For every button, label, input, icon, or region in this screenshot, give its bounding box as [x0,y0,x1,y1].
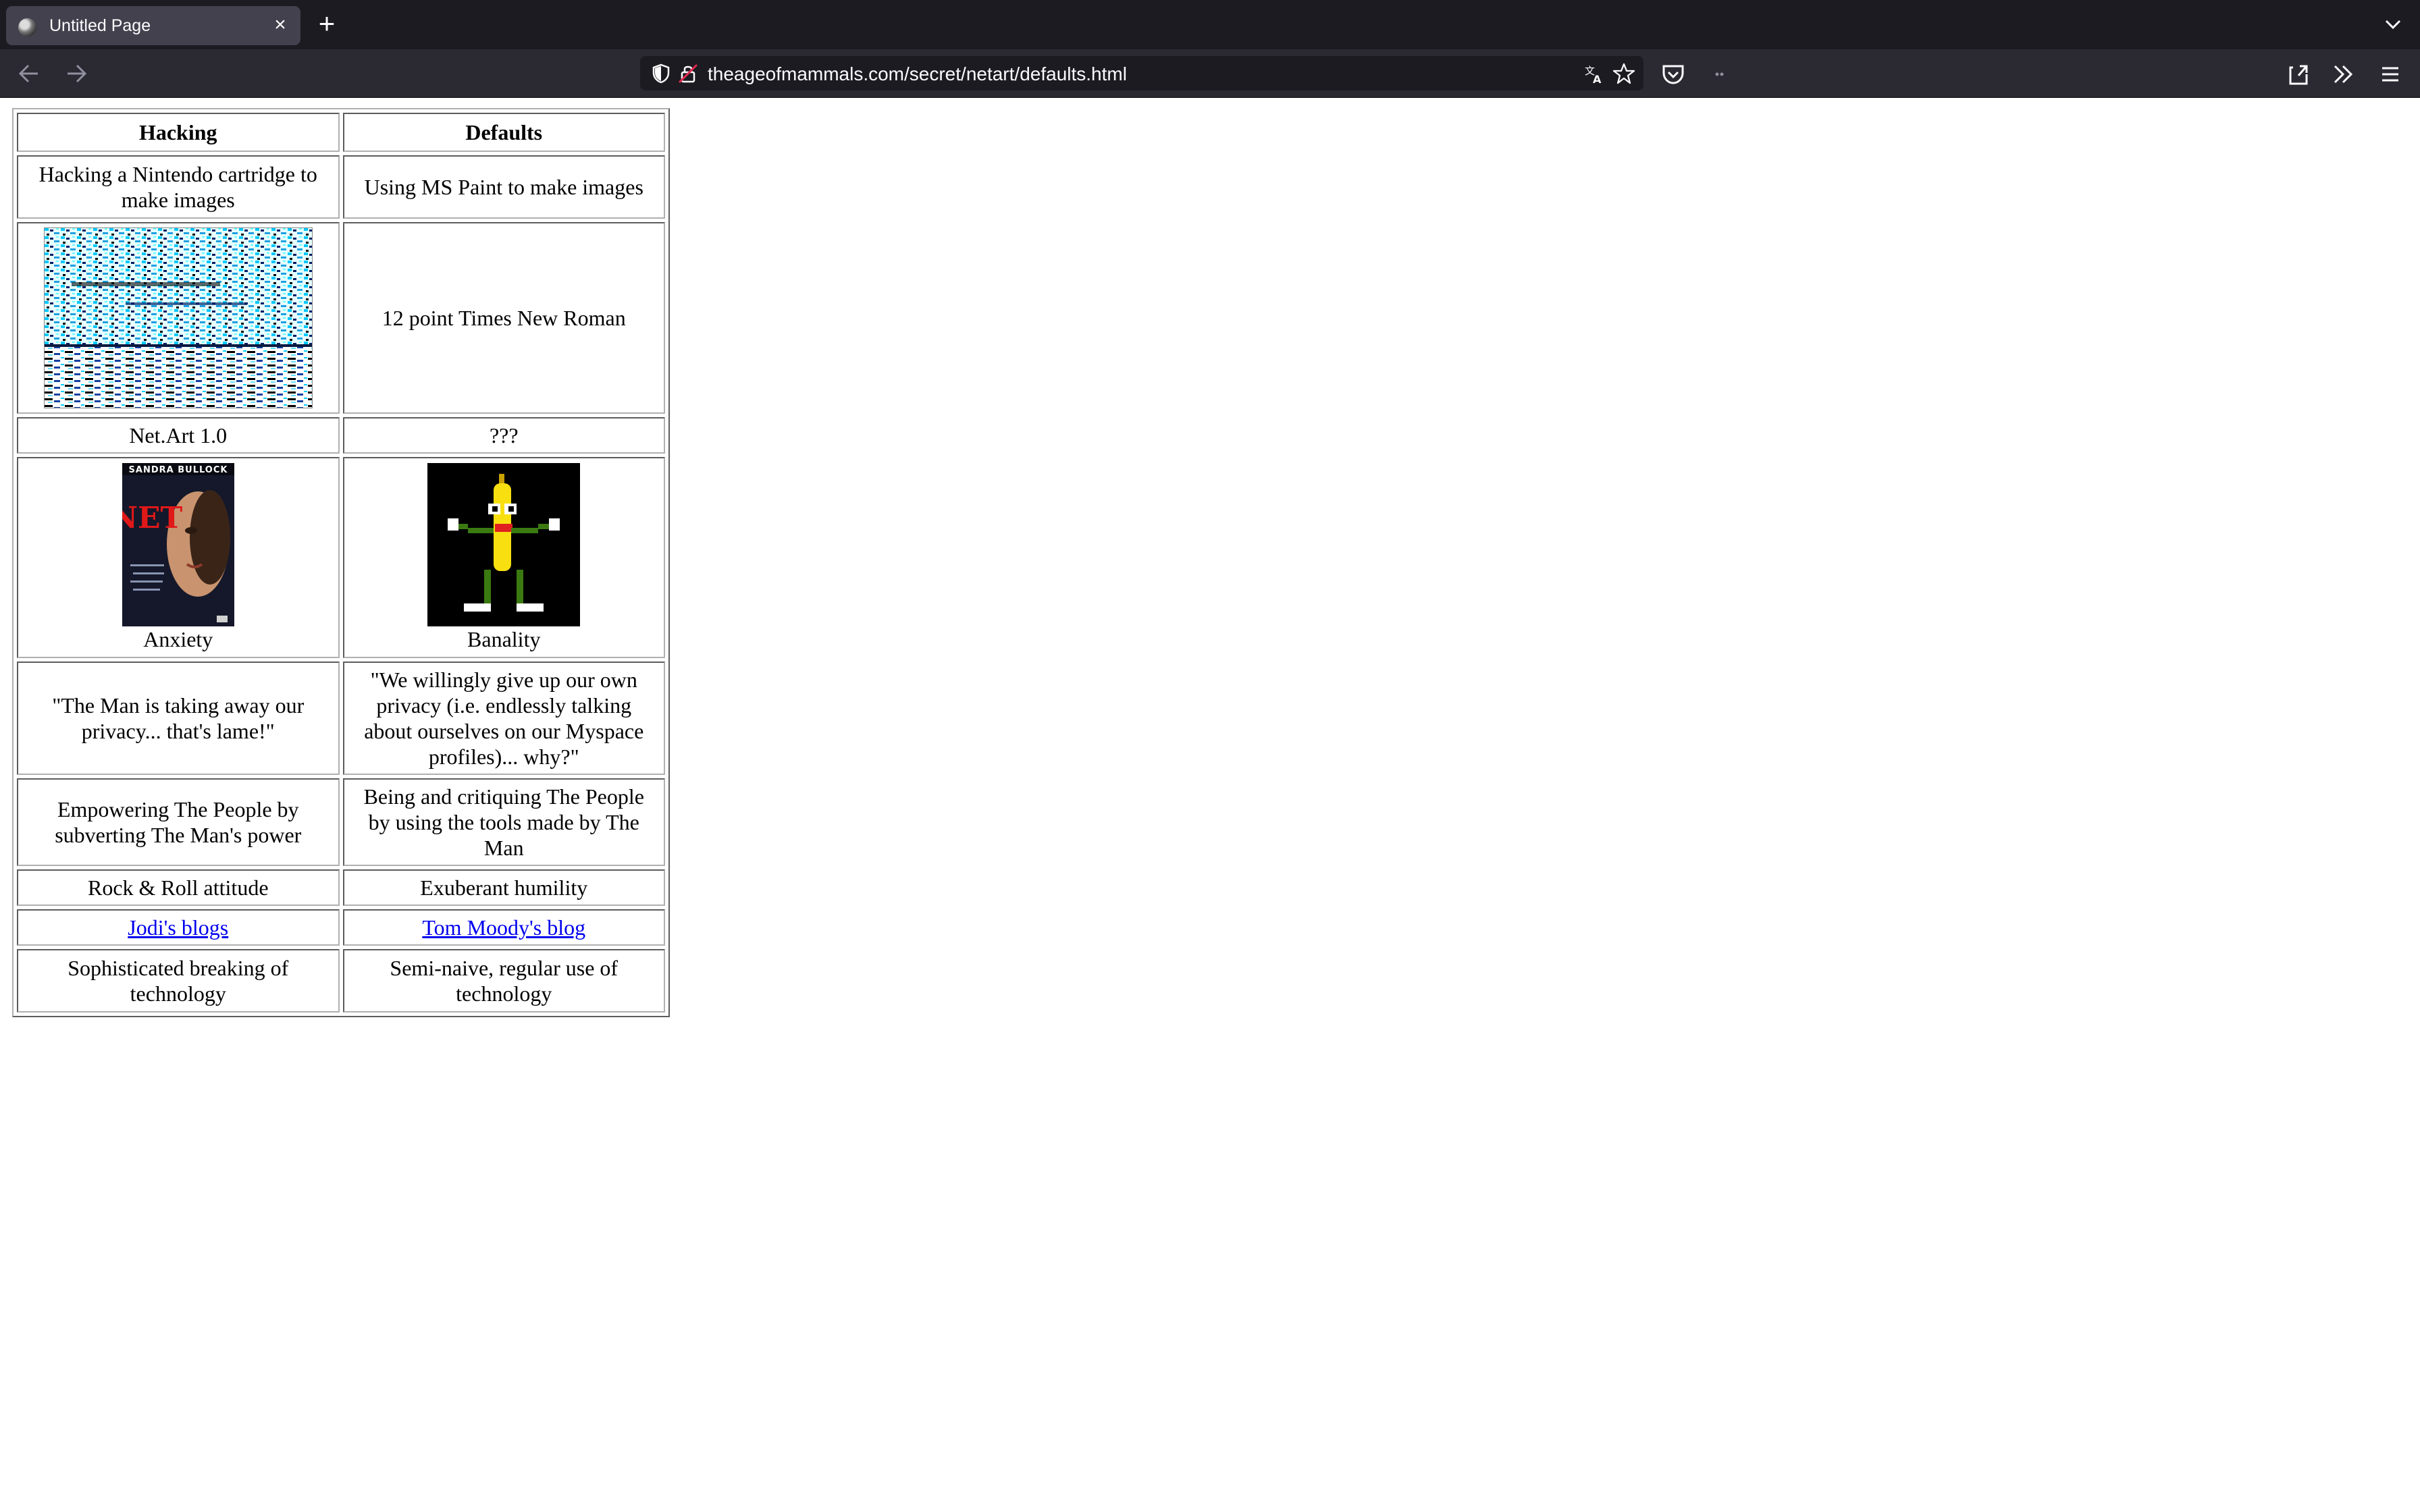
cell-semi-naive: Semi-naive, regular use of technology [342,949,665,1013]
nintendo-glitch-image [43,227,313,408]
browser-tab[interactable]: Untitled Page × [6,6,300,45]
share-icon[interactable] [2282,58,2315,90]
page-content: Hacking Defaults Hacking a Nintendo cart… [0,98,2420,1512]
cell-privacy-myspace: "We willingly give up our own privacy (i… [342,662,665,775]
dancing-banana-image [427,463,581,626]
caption-banality: Banality [467,627,541,651]
cell-anxiety: SANDRA BULLOCK NET Anxiety [17,457,340,658]
new-tab-button[interactable]: + [312,9,342,40]
table-row: Empowering The People by subverting The … [17,778,665,866]
cell-ms-paint: Using MS Paint to make images [342,155,665,219]
cell-sophisticated: Sophisticated breaking of technology [17,949,340,1013]
cell-net-art: Net.Art 1.0 [17,417,340,454]
close-tab-icon[interactable]: × [267,11,294,38]
cell-rock-roll: Rock & Roll attitude [17,869,340,906]
svg-text:A: A [1593,73,1602,85]
table-row: Rock & Roll attitude Exuberant humility [17,869,665,906]
cell-tom-moody-link: Tom Moody's blog [342,909,665,946]
cell-banality: Banality [342,457,665,658]
cell-privacy-man: "The Man is taking away our privacy... t… [17,662,340,775]
hamburger-menu-icon[interactable] [2374,58,2406,90]
cell-exuberant-humility: Exuberant humility [342,869,665,906]
forward-arrow-icon[interactable] [59,57,92,90]
cell-question-marks: ??? [342,417,665,454]
tom-moody-blog-link[interactable]: Tom Moody's blog [422,915,585,940]
jodi-blogs-link[interactable]: Jodi's blogs [128,915,228,940]
table-row: Hacking a Nintendo cartridge to make ima… [17,155,665,219]
pocket-icon[interactable] [1657,58,1689,90]
bookmark-star-icon[interactable] [1612,62,1635,85]
url-text[interactable]: theageofmammals.com/secret/netart/defaul… [708,63,1127,85]
caption-anxiety: Anxiety [143,627,213,651]
cell-empowering: Empowering The People by subverting The … [17,778,340,866]
extension-dots-icon[interactable] [1703,58,1735,90]
tracking-protection-shield-icon[interactable] [650,62,673,85]
tab-title: Untitled Page [49,16,151,35]
back-arrow-icon[interactable] [14,57,46,90]
poster-title: NET [122,501,183,535]
table-row: "The Man is taking away our privacy... t… [17,662,665,775]
cell-times-new-roman: 12 point Times New Roman [342,222,665,414]
table-row: Net.Art 1.0 ??? [17,417,665,454]
address-bar[interactable]: theageofmammals.com/secret/netart/defaul… [640,56,1643,90]
the-net-movie-poster: SANDRA BULLOCK NET [122,463,234,626]
cell-being-critiquing: Being and critiquing The People by using… [342,778,665,866]
table-row: Jodi's blogs Tom Moody's blog [17,909,665,946]
cell-nintendo-cartridge: Hacking a Nintendo cartridge to make ima… [17,155,340,219]
header-defaults: Defaults [342,113,665,152]
page-favicon-icon [18,18,36,36]
poster-actor-name: SANDRA BULLOCK [128,465,228,475]
table-row: Sophisticated breaking of technology Sem… [17,949,665,1013]
translate-icon[interactable]: 文 A [1583,62,1606,85]
more-tools-chevron-icon[interactable] [2327,58,2359,90]
header-hacking: Hacking [17,113,340,152]
list-all-tabs-icon[interactable] [2378,9,2408,39]
comparison-table: Hacking Defaults Hacking a Nintendo cart… [12,108,670,1017]
table-row: SANDRA BULLOCK NET Anxiety Banality [17,457,665,658]
table-row: 12 point Times New Roman [17,222,665,414]
navigation-toolbar: theageofmammals.com/secret/netart/defaul… [0,49,2420,98]
cell-glitch-image [17,222,340,414]
insecure-lock-icon[interactable] [677,62,700,85]
cell-jodi-link: Jodi's blogs [17,909,340,946]
table-header-row: Hacking Defaults [17,113,665,152]
tab-bar: Untitled Page × + [0,0,2420,49]
